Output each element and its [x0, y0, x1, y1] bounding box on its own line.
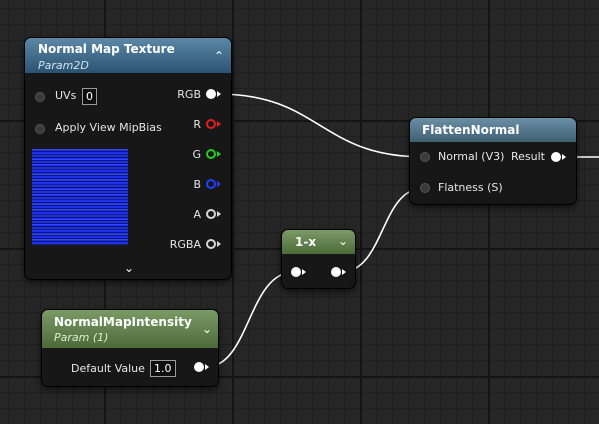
apply-view-mipbias-label: Apply View MipBias [55, 121, 162, 134]
b-arrow-icon [217, 181, 221, 187]
default-value-label: Default Value [71, 362, 145, 375]
value-arrow-icon [205, 364, 209, 370]
r-output-label: R [193, 118, 201, 131]
uvs-input-pin[interactable] [35, 92, 45, 102]
wire-rgb-to-normal [217, 93, 425, 158]
apply-view-mipbias-pin[interactable] [35, 124, 45, 134]
g-arrow-icon [217, 151, 221, 157]
node-subtitle: Param2D [38, 59, 89, 72]
r-arrow-icon [217, 121, 221, 127]
node-flatten-normal[interactable]: FlattenNormal Normal (V3) Result Flatnes… [410, 118, 576, 204]
output-arrow-icon [342, 269, 346, 275]
normal-input-label: Normal (V3) [438, 150, 505, 163]
texture-preview [32, 149, 128, 245]
wire-intensity-to-1x [205, 271, 295, 368]
rgb-output-label: RGB [177, 88, 201, 101]
collapse-icon[interactable]: ⌄ [338, 235, 348, 247]
rgba-output-label: RGBA [169, 238, 201, 251]
result-output-pin[interactable] [551, 152, 561, 162]
node-title: NormalMapIntensity [54, 315, 192, 329]
flatness-input-pin[interactable] [420, 183, 430, 193]
a-output-pin[interactable] [206, 209, 216, 219]
a-arrow-icon [217, 211, 221, 217]
output-pin[interactable] [331, 267, 341, 277]
uvs-label: UVs [55, 89, 77, 102]
node-title: FlattenNormal [422, 123, 520, 137]
node-title: 1-x [295, 235, 317, 249]
value-output-pin[interactable] [194, 362, 204, 372]
collapse-icon[interactable]: ⌃ [214, 50, 224, 62]
node-normal-map-intensity[interactable]: NormalMapIntensity Param (1) ⌄ Default V… [42, 310, 218, 386]
default-value-field[interactable]: 1.0 [150, 360, 176, 377]
b-output-label: B [193, 178, 201, 191]
normal-input-pin[interactable] [420, 152, 430, 162]
rgb-arrow-icon [217, 91, 221, 97]
g-output-label: G [192, 148, 201, 161]
node-subtitle: Param (1) [54, 331, 109, 344]
result-arrow-icon [562, 154, 566, 160]
rgb-output-pin[interactable] [206, 89, 216, 99]
node-one-minus-x[interactable]: 1-x ⌄ [282, 230, 355, 288]
node-title: Normal Map Texture [38, 42, 175, 56]
g-output-pin[interactable] [206, 149, 216, 159]
expand-icon[interactable]: ⌄ [124, 262, 134, 274]
rgba-output-pin[interactable] [206, 239, 216, 249]
input-arrow-icon [302, 269, 306, 275]
result-output-label: Result [511, 150, 545, 163]
rgba-arrow-icon [217, 241, 221, 247]
r-output-pin[interactable] [206, 119, 216, 129]
collapse-icon[interactable]: ⌄ [202, 323, 212, 335]
uvs-value-field[interactable]: 0 [82, 88, 97, 105]
node-normal-map-texture[interactable]: Normal Map Texture Param2D ⌃ UVs 0 Apply… [25, 38, 231, 279]
input-pin[interactable] [291, 267, 301, 277]
flatness-input-label: Flatness (S) [438, 181, 503, 194]
b-output-pin[interactable] [206, 179, 216, 189]
a-output-label: A [193, 208, 201, 221]
